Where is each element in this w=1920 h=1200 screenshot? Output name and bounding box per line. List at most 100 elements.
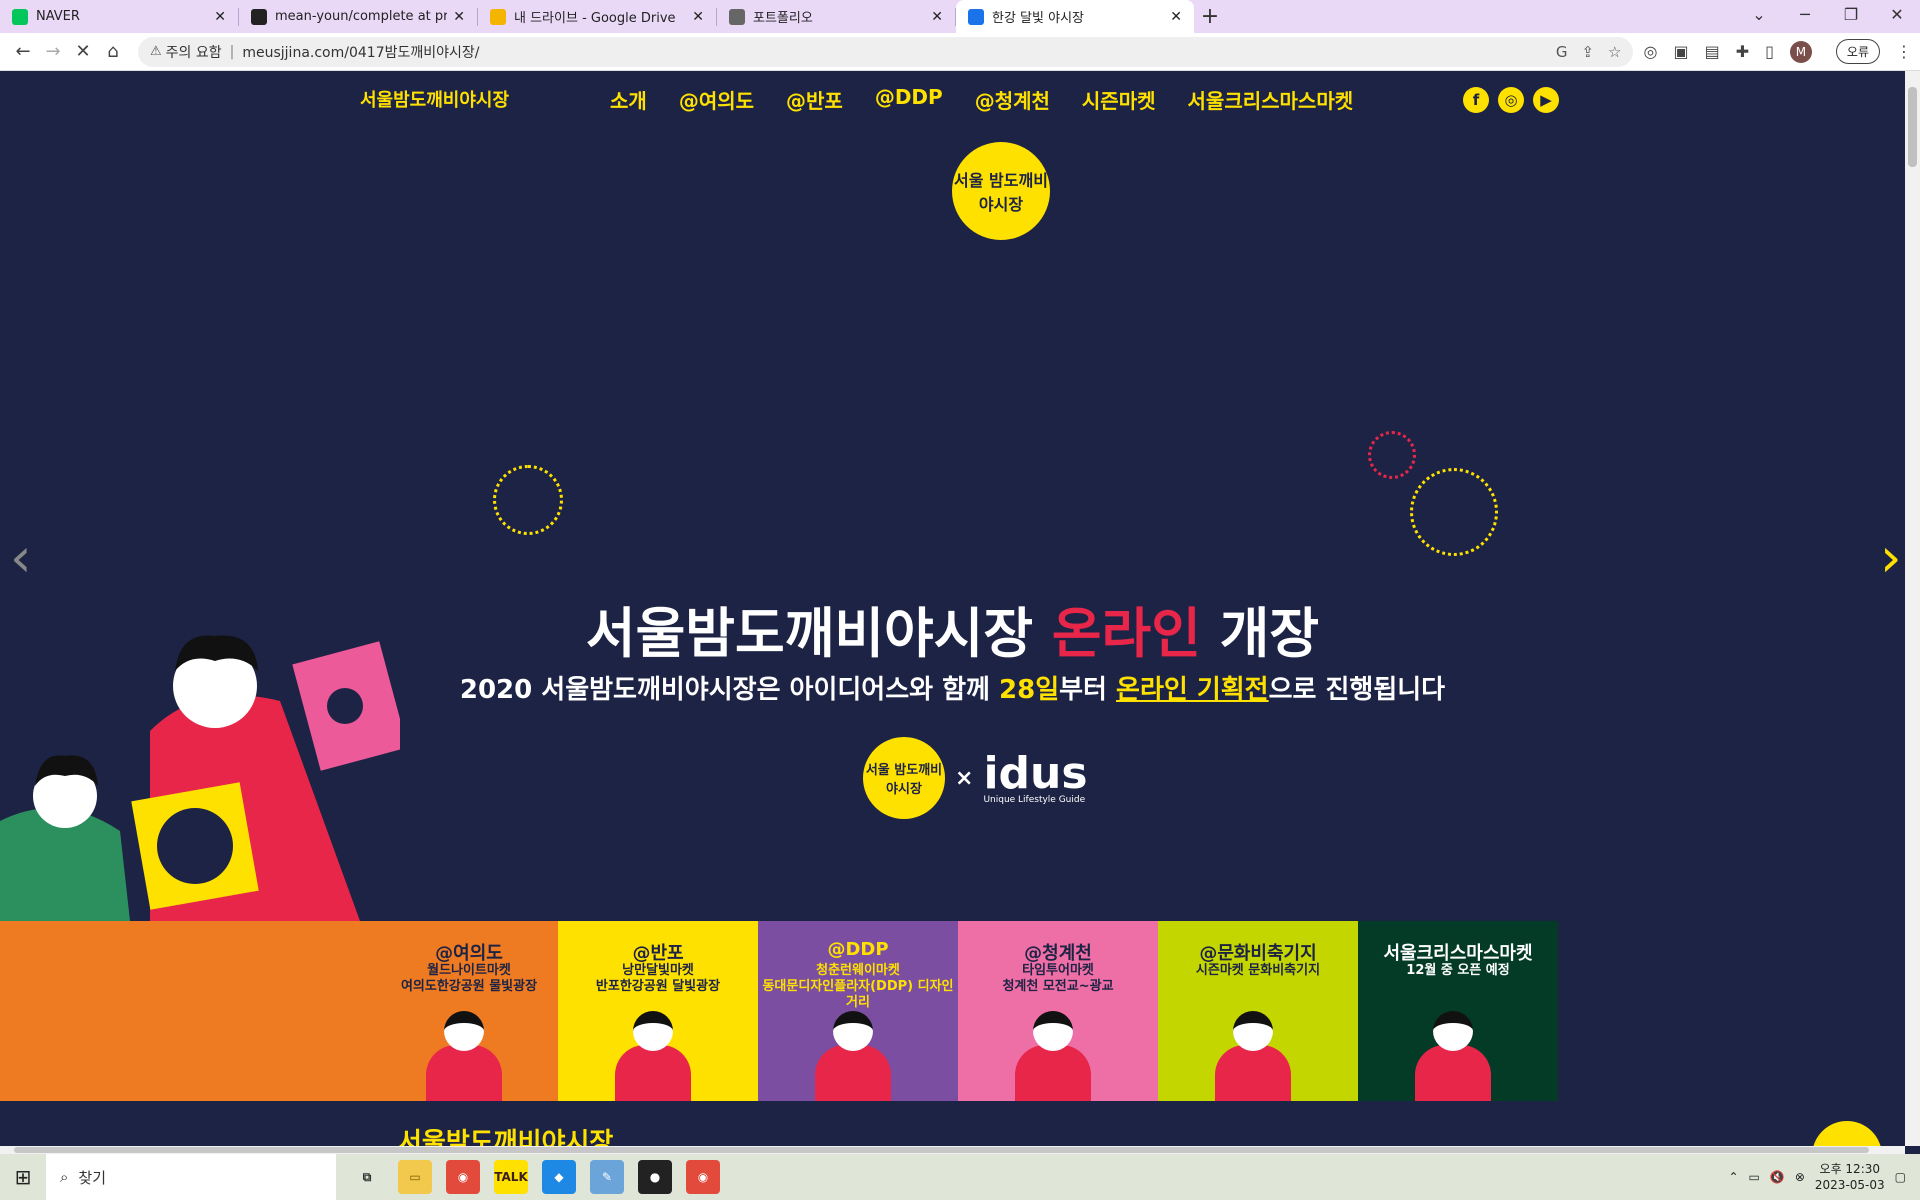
bookmark-star-icon[interactable]: ☆ bbox=[1608, 43, 1621, 61]
menu-kebab-icon[interactable]: ⋮ bbox=[1896, 42, 1912, 61]
google-icon[interactable]: G bbox=[1556, 43, 1568, 61]
share-icon[interactable]: ⇪ bbox=[1581, 43, 1594, 61]
facebook-icon[interactable]: f bbox=[1463, 87, 1489, 113]
restore-button[interactable]: ❐ bbox=[1828, 0, 1874, 33]
extension-icon[interactable]: ▤ bbox=[1705, 42, 1720, 61]
figma-icon[interactable]: ● bbox=[638, 1160, 672, 1194]
task-view-icon[interactable]: ⧉ bbox=[350, 1160, 384, 1194]
windows-start-icon[interactable]: ⊞ bbox=[0, 1154, 46, 1200]
kakaotalk-icon[interactable]: TALK bbox=[494, 1160, 528, 1194]
puzzle-icon[interactable]: ✚ bbox=[1736, 42, 1749, 61]
network-icon[interactable]: ▭ bbox=[1749, 1170, 1760, 1184]
nav-link[interactable]: @청계천 bbox=[975, 85, 1050, 114]
stop-loading-button[interactable]: ✕ bbox=[68, 37, 98, 67]
market-card[interactable]: 서울크리스마스마켓 12월 중 오픈 예정 bbox=[1358, 921, 1558, 1101]
next-slide-arrow[interactable]: › bbox=[1880, 526, 1902, 589]
tab-favicon-icon bbox=[490, 8, 506, 25]
nav-link[interactable]: 서울크리스마스마켓 bbox=[1188, 85, 1354, 114]
url-text[interactable]: meusjjina.com/0417밤도깨비야시장/ bbox=[242, 42, 479, 62]
site-header: 서울밤도깨비야시장 소개 @여의도 @반포 @DDP @청계천 시즌마켓 서울크리스마스마켓… bbox=[0, 71, 1905, 131]
close-window-button[interactable]: ✕ bbox=[1874, 0, 1920, 33]
market-card-line1: 12월 중 오픈 예정 bbox=[1406, 963, 1510, 978]
tab-close-icon[interactable]: ✕ bbox=[931, 9, 943, 25]
market-card[interactable]: @반포 낭만달빛마켓 반포한강공원 달빛광장 bbox=[558, 921, 758, 1101]
character-head bbox=[1433, 1011, 1473, 1051]
vertical-scrollbar[interactable] bbox=[1905, 71, 1920, 1146]
tab-close-icon[interactable]: ✕ bbox=[692, 9, 704, 25]
home-button[interactable]: ⌂ bbox=[98, 37, 128, 67]
tray-chevron-icon[interactable]: ⌃ bbox=[1728, 1170, 1738, 1184]
back-button[interactable]: ← bbox=[8, 37, 38, 67]
search-placeholder: 찾기 bbox=[78, 1168, 107, 1187]
nav-link[interactable]: 시즌마켓 bbox=[1082, 85, 1156, 114]
file-explorer-icon[interactable]: ▭ bbox=[398, 1160, 432, 1194]
hero-sub-date: 28일 bbox=[999, 675, 1060, 705]
forward-button[interactable]: → bbox=[38, 37, 68, 67]
character-illustration bbox=[1403, 1011, 1513, 1101]
chrome-icon[interactable]: ◉ bbox=[686, 1160, 720, 1194]
browser-tab[interactable]: mean-youn/complete at project ✕ bbox=[239, 0, 477, 33]
market-card-line1: 월드나이트마켓 bbox=[427, 963, 511, 978]
tab-search-icon[interactable]: ⌄ bbox=[1736, 0, 1782, 33]
taskbar-search[interactable]: ⌕ 찾기 bbox=[46, 1154, 336, 1200]
market-card[interactable]: @여의도 월드나이트마켓 여의도한강공원 물빛광장 bbox=[380, 921, 558, 1101]
prev-slide-arrow[interactable]: ‹ bbox=[10, 526, 32, 589]
paint-icon[interactable]: ✎ bbox=[590, 1160, 624, 1194]
top-button[interactable]: TOP bbox=[1812, 1121, 1882, 1146]
market-card[interactable]: @DDP 청춘런웨이마켓 동대문디자인플라자(DDP) 디자인 거리 bbox=[758, 921, 958, 1101]
market-card-line1: 청춘런웨이마켓 bbox=[816, 963, 900, 978]
tab-close-icon[interactable]: ✕ bbox=[214, 9, 226, 25]
side-panel-icon[interactable]: ▯ bbox=[1765, 42, 1774, 61]
browser-tab[interactable]: 한강 달빛 야시장 ✕ bbox=[956, 0, 1194, 33]
market-card-title: @DDP bbox=[827, 939, 889, 960]
ime-icon[interactable]: ⊗ bbox=[1795, 1170, 1805, 1184]
browser-tab[interactable]: 내 드라이브 - Google Drive ✕ bbox=[478, 0, 716, 33]
error-button[interactable]: 오류 bbox=[1835, 39, 1880, 64]
market-card[interactable]: @청계천 타임투어마켓 청계천 모전교~광교 bbox=[958, 921, 1158, 1101]
warning-icon[interactable]: ⚠ bbox=[150, 44, 162, 59]
address-actions: G ⇪ ☆ bbox=[1556, 43, 1622, 61]
new-tab-button[interactable]: + bbox=[1194, 0, 1226, 33]
horizontal-scrollbar[interactable] bbox=[0, 1146, 1905, 1154]
youtube-icon[interactable]: ▶ bbox=[1533, 87, 1559, 113]
site-logo[interactable]: 서울밤도깨비야시장 bbox=[360, 86, 509, 112]
vertical-scroll-thumb[interactable] bbox=[1908, 87, 1917, 167]
nav-link[interactable]: @여의도 bbox=[679, 85, 754, 114]
extension-icon[interactable]: ◎ bbox=[1643, 42, 1657, 61]
tab-title: NAVER bbox=[36, 9, 80, 24]
security-label[interactable]: 주의 요함 bbox=[166, 42, 222, 62]
chrome-icon[interactable]: ◉ bbox=[446, 1160, 480, 1194]
market-card[interactable]: @문화비축기지 시즌마켓 문화비축기지 bbox=[1158, 921, 1358, 1101]
market-card-line1: 시즌마켓 문화비축기지 bbox=[1195, 963, 1321, 978]
market-card-line1: 낭만달빛마켓 bbox=[622, 963, 694, 978]
hero-sub-part3: 으로 진행됩니다 bbox=[1268, 675, 1446, 705]
notification-icon[interactable]: ▢ bbox=[1895, 1170, 1906, 1184]
browser-tab[interactable]: NAVER ✕ bbox=[0, 0, 238, 33]
horizontal-scroll-thumb[interactable] bbox=[14, 1147, 1869, 1153]
nav-link[interactable]: @반포 bbox=[786, 85, 843, 114]
volume-muted-icon[interactable]: 🔇 bbox=[1770, 1170, 1785, 1184]
instagram-icon[interactable]: ◎ bbox=[1498, 87, 1524, 113]
vscode-icon[interactable]: ◆ bbox=[542, 1160, 576, 1194]
tab-favicon-icon bbox=[251, 8, 267, 25]
nav-link[interactable]: 소개 bbox=[610, 85, 647, 114]
market-card-title: 서울크리스마스마켓 bbox=[1383, 943, 1533, 964]
tab-close-icon[interactable]: ✕ bbox=[453, 9, 465, 25]
browser-tab[interactable]: 포트폴리오 ✕ bbox=[717, 0, 955, 33]
window-controls: ⌄ ─ ❐ ✕ bbox=[1736, 0, 1920, 33]
hero-sub-part1: 2020 서울밤도깨비야시장은 아이디어스와 함께 bbox=[459, 675, 1000, 705]
tab-close-icon[interactable]: ✕ bbox=[1170, 9, 1182, 25]
market-card-line1: 타임투어마켓 bbox=[1022, 963, 1094, 978]
address-bar[interactable]: ⚠ 주의 요함 | meusjjina.com/0417밤도깨비야시장/ G ⇪… bbox=[138, 36, 1634, 67]
character-illustration bbox=[414, 1011, 524, 1101]
minimize-button[interactable]: ─ bbox=[1782, 0, 1828, 33]
nav-link[interactable]: @DDP bbox=[875, 85, 943, 114]
clock[interactable]: 오후 12:30 2023-05-03 bbox=[1815, 1161, 1885, 1193]
market-logo: 서울 밤도깨비 야시장 bbox=[863, 737, 945, 819]
profile-avatar[interactable]: M bbox=[1789, 40, 1812, 63]
character-illustration bbox=[603, 1011, 713, 1101]
hero-title-highlight: 온라인 bbox=[1051, 602, 1201, 665]
firework-decoration bbox=[493, 465, 563, 535]
character-body bbox=[426, 1045, 502, 1101]
extension-icon[interactable]: ▣ bbox=[1673, 42, 1688, 61]
